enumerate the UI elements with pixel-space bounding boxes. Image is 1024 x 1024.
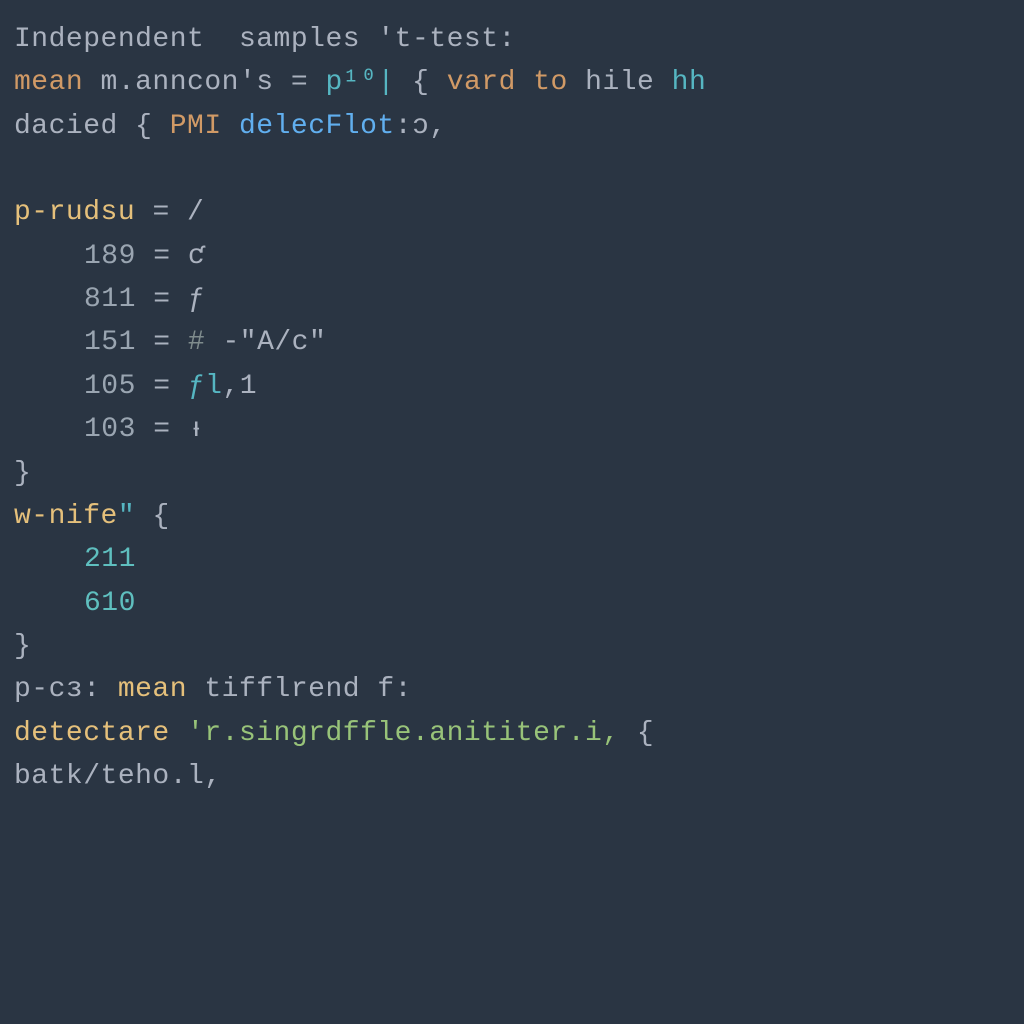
token-value: ƒl xyxy=(188,371,223,402)
token-text: batk xyxy=(14,761,83,792)
token-num: 189 xyxy=(84,241,136,272)
code-line-10: 103 = ᵻ xyxy=(14,408,1010,451)
token-symbol: ƈ xyxy=(188,241,205,272)
token-num: 811 xyxy=(84,284,136,315)
token-ident: detectare xyxy=(14,718,170,749)
token-keyword: mean xyxy=(14,67,83,98)
token-text: tifflrend f: xyxy=(187,674,412,705)
token-value: hh xyxy=(672,67,707,98)
token-symbol: ᵻ xyxy=(188,414,205,445)
token-string: 't-test: xyxy=(377,24,515,55)
token-num: 105 xyxy=(84,371,136,402)
token-string: 'r.singrdffle.anititer.i, xyxy=(187,718,620,749)
token-num: 610 xyxy=(84,588,136,619)
token-text: hile xyxy=(585,67,654,98)
token-brace: { xyxy=(412,67,429,98)
token-quote: " xyxy=(118,501,135,532)
token-op: = xyxy=(291,67,308,98)
token-op: = xyxy=(152,197,169,228)
code-line-8: 151 = # -"A/c" xyxy=(14,321,1010,364)
token-brace: { xyxy=(135,501,170,532)
token-text: dacied xyxy=(14,111,135,142)
code-line-5: p-rudsu = / xyxy=(14,191,1010,234)
token-hash: # xyxy=(188,327,205,358)
code-line-11: } xyxy=(14,452,1010,495)
token-brace: { xyxy=(135,111,152,142)
token-text: samples xyxy=(204,24,377,55)
token-num: 211 xyxy=(84,544,136,575)
token-text: p-cɜ: xyxy=(14,674,118,705)
code-line-9: 105 = ƒl,1 xyxy=(14,365,1010,408)
token-keyword: vard xyxy=(447,67,516,98)
token-op: = xyxy=(136,371,188,402)
token-brace-close: } xyxy=(14,458,31,489)
token-op: / xyxy=(170,197,205,228)
code-line-16: p-cɜ: mean tifflrend f: xyxy=(14,668,1010,711)
token-func: delecFlot xyxy=(239,111,395,142)
token-ident: PMI xyxy=(170,111,222,142)
code-line-17: detectare 'r.singrdffle.anititer.i, { xyxy=(14,712,1010,755)
token-num: 103 xyxy=(84,414,136,445)
token-brace: { xyxy=(620,718,655,749)
token-value: p¹⁰| xyxy=(325,67,394,98)
token-op: - xyxy=(205,327,240,358)
token-string: "A/c" xyxy=(240,327,327,358)
code-line-1: Independent samples 't-test: xyxy=(14,18,1010,61)
code-line-12: w-nife" { xyxy=(14,495,1010,538)
code-line-14: 610 xyxy=(14,582,1010,625)
token-brace-close: } xyxy=(14,631,31,662)
token-op: = xyxy=(136,414,188,445)
token-punct: :ɔ, xyxy=(395,111,447,142)
token-ident: w-nife xyxy=(14,501,118,532)
token-punct: , xyxy=(222,371,239,402)
token-op: = xyxy=(136,284,188,315)
code-line-18: batk/teho.l, xyxy=(14,755,1010,798)
token-keyword: to xyxy=(533,67,568,98)
code-line-3: dacied { PMI delecFlot:ɔ, xyxy=(14,105,1010,148)
code-line-15: } xyxy=(14,625,1010,668)
token-ident: p-rudsu xyxy=(14,197,135,228)
token-op: = xyxy=(136,241,188,272)
token-num: 1 xyxy=(240,371,257,402)
token-text: m.anncon's xyxy=(83,67,291,98)
code-line-2: mean m.anncon's = p¹⁰| { vard to hile hh xyxy=(14,61,1010,104)
token-symbol: ƒ xyxy=(188,284,205,315)
token-text: /teho.l, xyxy=(83,761,221,792)
token-ident: Independent xyxy=(14,24,204,55)
token-op: = xyxy=(136,327,188,358)
token-keyword: mean xyxy=(118,674,187,705)
code-line-6: 189 = ƈ xyxy=(14,235,1010,278)
code-empty-line xyxy=(14,148,1010,191)
code-line-13: 211 xyxy=(14,538,1010,581)
code-line-7: 811 = ƒ xyxy=(14,278,1010,321)
token-num: 151 xyxy=(84,327,136,358)
